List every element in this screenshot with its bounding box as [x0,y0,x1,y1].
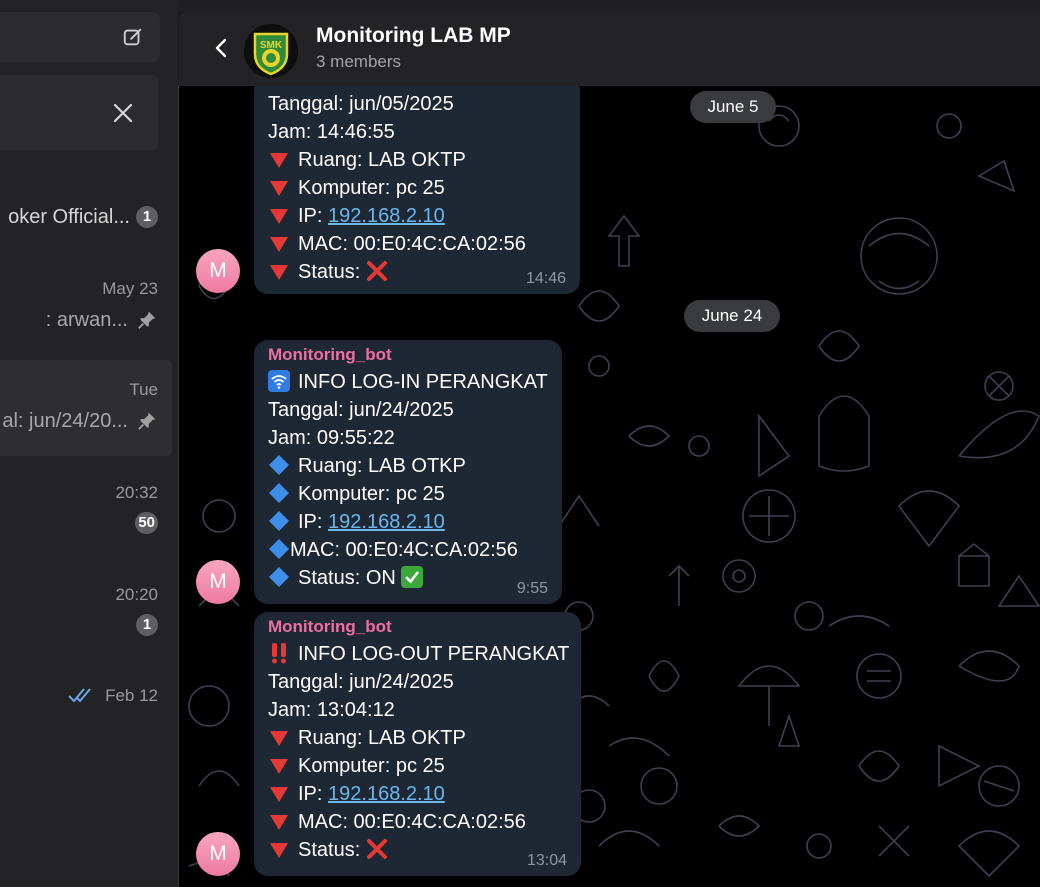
check-mark-icon [401,566,424,588]
cross-mark-icon [366,261,387,281]
message-line: Tanggal: jun/24/2025 [268,399,454,421]
message-line: IP: 192.168.2.10 [268,508,548,536]
message-line: Jam: 09:55:22 [268,427,395,449]
message-time: 14:46 [525,270,566,287]
ip-link[interactable]: 192.168.2.10 [328,783,445,805]
red-triangle-icon [270,237,288,252]
chat-list-item[interactable]: 20:32 50 [0,465,172,561]
chat-time: Feb 12 [105,686,158,705]
red-triangle-icon [270,815,288,830]
compose-icon[interactable] [122,26,144,48]
message-line: Komputer: pc 25 [268,480,548,508]
ip-link[interactable]: 192.168.2.10 [328,205,445,227]
school-logo-icon: SMK [244,24,298,78]
red-triangle-icon [270,181,288,196]
unread-badge: 1 [136,206,158,228]
red-triangle-icon [270,843,288,858]
message-line: Ruang: LAB OKTP [268,146,566,174]
red-triangle-icon [270,153,288,168]
message-line: Komputer: pc 25 [268,752,567,780]
message-line: Tanggal: jun/05/2025 [268,93,454,115]
chat-title[interactable]: Monitoring LAB MP [316,24,511,48]
chat-list-item-active[interactable]: Tue al: jun/24/20... [0,360,172,456]
message-bubble[interactable]: Tanggal: jun/05/2025 Jam: 14:46:55 Ruang… [254,86,580,294]
message-line: IP: 192.168.2.10 [268,202,566,230]
member-count: 3 members [316,52,402,71]
double-check-icon [68,688,91,703]
message-line: Status: [268,258,566,286]
message-line: Komputer: pc 25 [268,174,566,202]
message-line: Ruang: LAB OKTP [268,724,567,752]
chat-time: 20:32 [115,483,158,502]
cross-mark-icon [366,839,387,859]
chat-list-item[interactable]: oker Official... 1 [0,170,172,266]
message-line: Jam: 14:46:55 [268,121,395,143]
blue-diamond-icon [269,483,289,503]
ip-link[interactable]: 192.168.2.10 [328,511,445,533]
message-line: MAC: 00:E0:4C:CA:02:56 [268,230,566,258]
message-bubble[interactable]: Monitoring_bot INFO LOG-IN PERANGKAT Tan… [254,340,562,604]
message-line: INFO LOG-OUT PERANGKAT [268,640,570,668]
message-line: Jam: 13:04:12 [268,699,395,721]
pin-icon [138,311,156,329]
red-triangle-icon [270,787,288,802]
svg-text:SMK: SMK [260,40,283,51]
chat-preview: : arwan... [45,309,128,331]
back-arrow-icon[interactable] [210,36,234,60]
message-line: Ruang: LAB OTKP [268,452,548,480]
sender-name[interactable]: Monitoring_bot [268,340,548,368]
blue-diamond-icon [269,539,289,559]
chat-list-sidebar: oker Official... 1 May 23 : arwan... Tue… [0,0,178,887]
message-time: 13:04 [526,852,567,869]
sender-avatar[interactable]: M [196,832,240,876]
chat-time: May 23 [102,279,158,298]
pin-icon [138,412,156,430]
chat-list-item[interactable]: 20:20 1 [0,567,172,663]
date-separator: June 24 [684,300,780,332]
red-triangle-icon [270,265,288,280]
message-line: INFO LOG-IN PERANGKAT [268,368,548,396]
close-icon[interactable] [110,100,136,126]
message-bubble[interactable]: Monitoring_bot INFO LOG-OUT PERANGKAT Ta… [254,612,581,876]
blue-diamond-icon [269,511,289,531]
date-separator: June 5 [690,91,776,123]
red-triangle-icon [270,731,288,746]
wifi-icon [268,370,290,392]
sender-name[interactable]: Monitoring_bot [268,612,567,640]
blue-diamond-icon [269,567,289,587]
unread-badge: 50 [135,512,158,534]
panel-divider [178,86,179,887]
blue-diamond-icon [269,455,289,475]
chat-area: June 5 June 24 Tanggal: jun/05/2025 Jam:… [179,86,1040,887]
sender-avatar[interactable]: M [196,560,240,604]
chat-time: 20:20 [115,585,158,604]
chat-preview: al: jun/24/20... [2,410,128,432]
group-avatar[interactable]: SMK [244,24,298,78]
message-line: IP: 192.168.2.10 [268,780,567,808]
message-line: Tanggal: jun/24/2025 [268,671,454,693]
chat-title: oker Official... [8,206,130,228]
red-triangle-icon [270,759,288,774]
sender-avatar[interactable]: M [196,249,240,293]
message-line: Status: [268,836,567,864]
double-exclamation-icon [272,643,286,664]
chat-list-item[interactable]: May 23 : arwan... [0,265,172,361]
message-line: MAC: 00:E0:4C:CA:02:56 [268,808,567,836]
red-triangle-icon [270,209,288,224]
message-line: Status: ON [268,564,548,592]
chat-time: Tue [129,380,158,399]
message-line: MAC: 00:E0:4C:CA:02:56 [268,536,548,564]
unread-badge: 1 [136,614,158,636]
chat-list-item[interactable]: Feb 12 [0,668,172,764]
message-time: 9:55 [516,580,548,597]
chat-header: SMK Monitoring LAB MP 3 members [179,12,1040,86]
